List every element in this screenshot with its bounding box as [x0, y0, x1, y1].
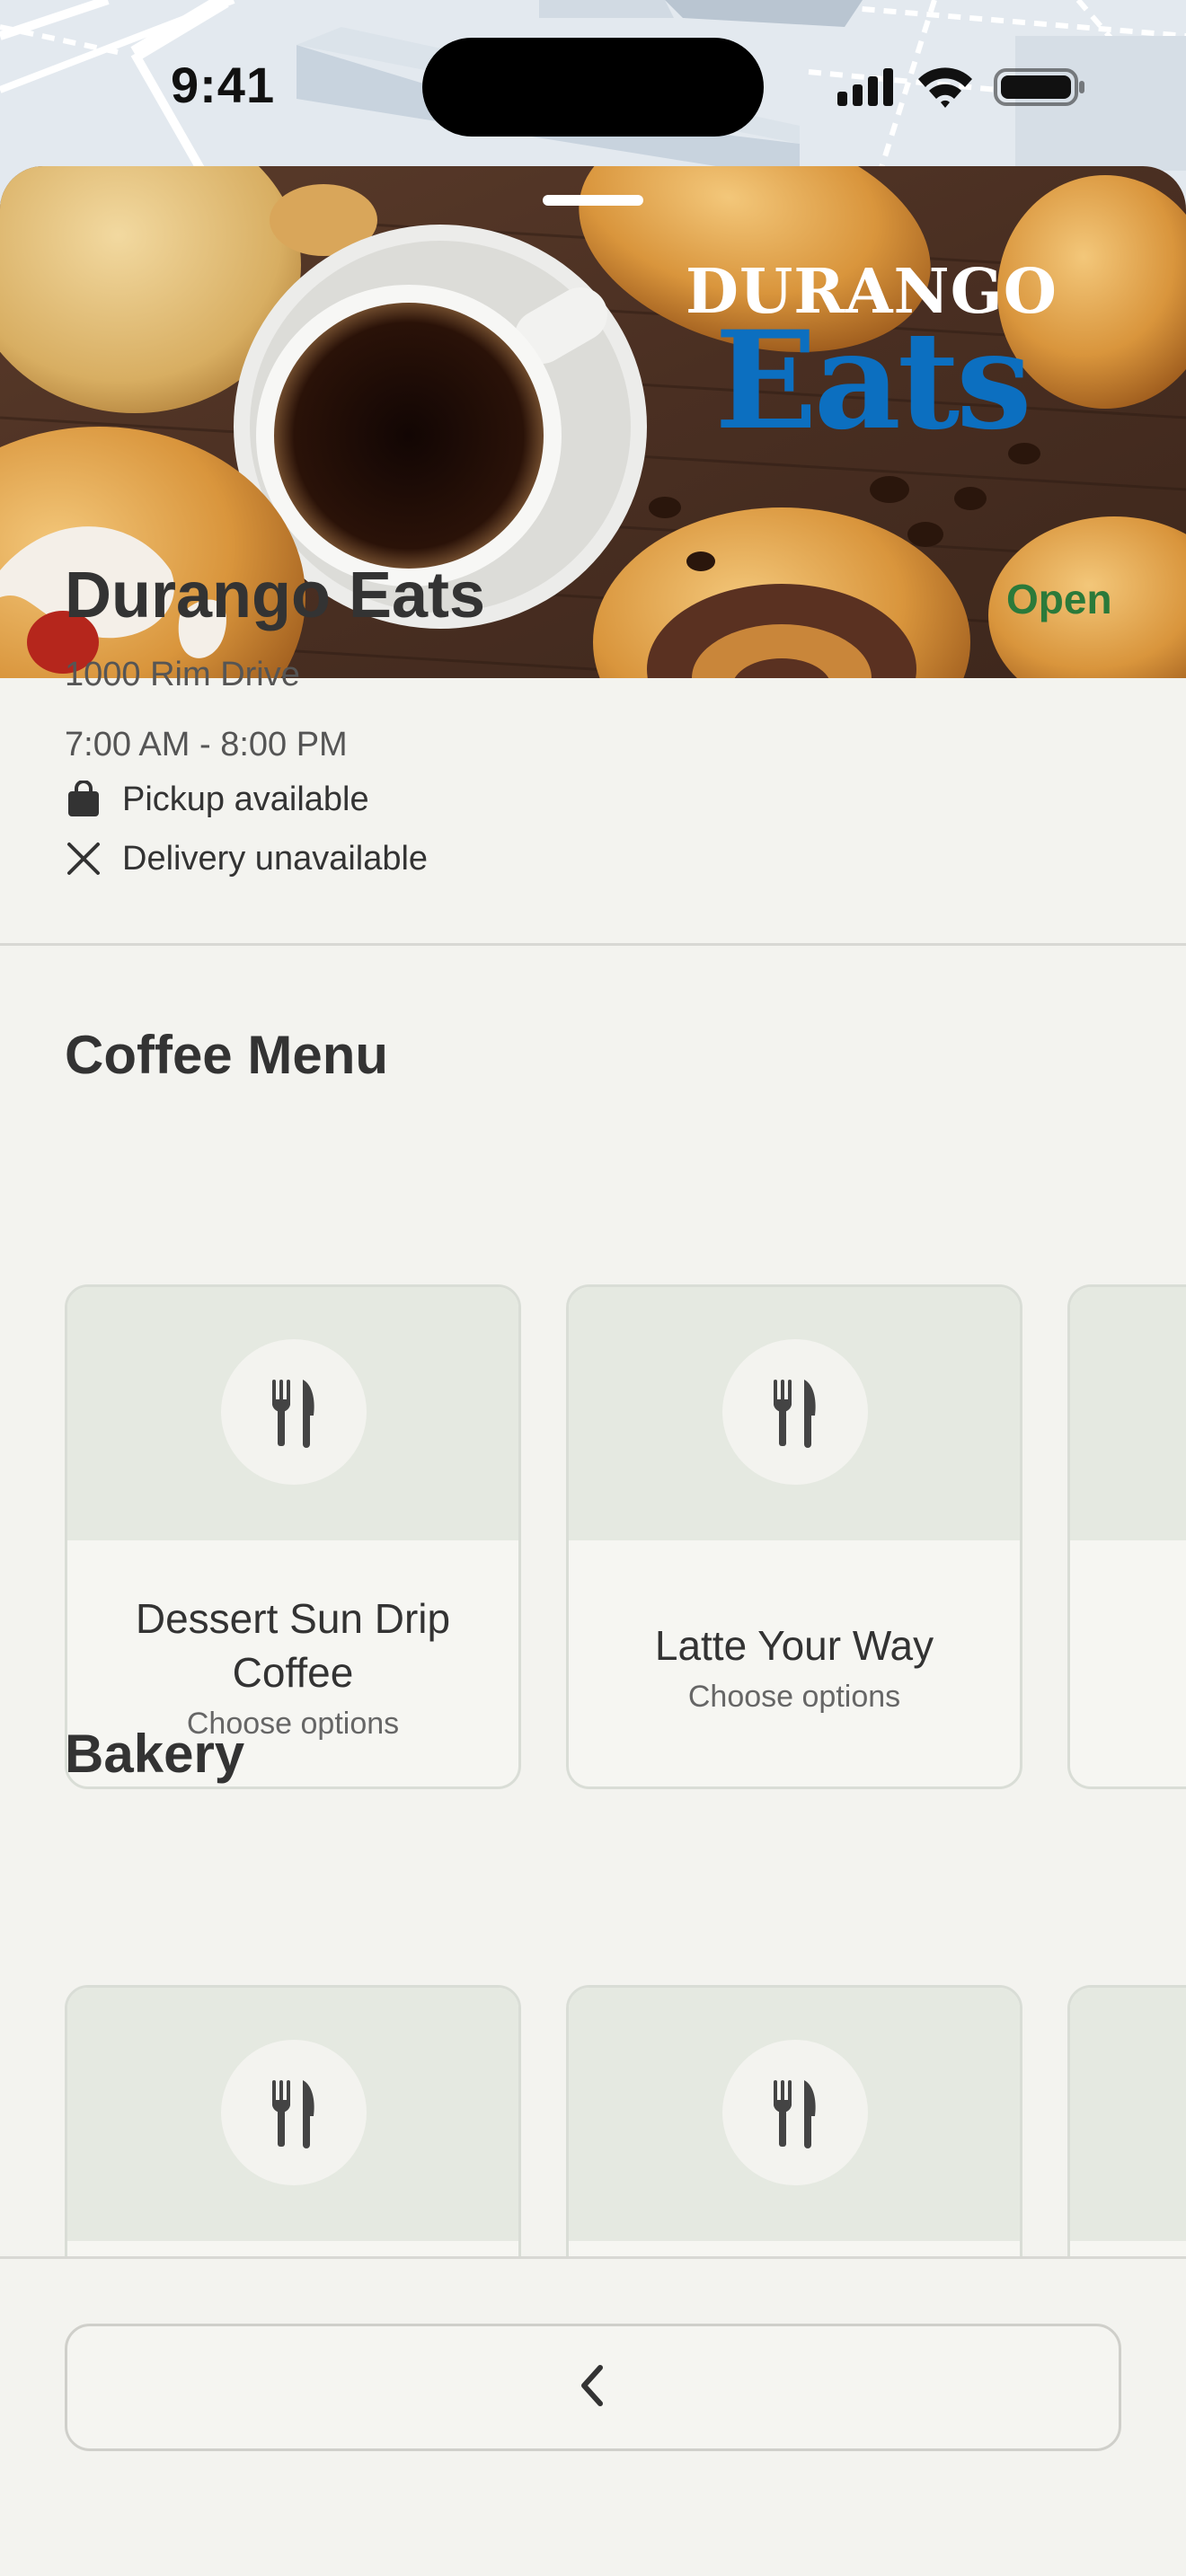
utensils-icon — [722, 1339, 868, 1485]
delivery-label: Delivery unavailable — [122, 839, 429, 878]
store-status-badge: Open — [1006, 576, 1112, 622]
card-image-area — [1070, 1988, 1186, 2241]
battery-icon — [994, 68, 1084, 106]
card-image-area — [67, 1287, 518, 1540]
chevron-left-icon — [575, 2362, 611, 2413]
status-bar: 9:41 — [0, 0, 1186, 171]
card-image-area — [1070, 1287, 1186, 1540]
status-icons — [837, 67, 1084, 108]
card-image-area — [67, 1988, 518, 2241]
wifi-icon — [918, 67, 972, 108]
signal-icon — [837, 68, 893, 106]
menu-item-card[interactable]: Dessert Sun Drip Coffee Choose options — [65, 1284, 521, 1789]
store-address: 1000 Rim Drive — [65, 656, 300, 693]
pickup-feature: Pickup available — [65, 778, 369, 821]
section-title-bakery: Bakery — [65, 1724, 245, 1784]
menu-item-name: Latte Your Way — [654, 1621, 934, 1669]
store-name: Durango Eats — [65, 560, 486, 631]
menu-item-name: Dessert Sun Drip Coffee — [135, 1594, 451, 1696]
bottom-action-bar — [0, 2256, 1186, 2576]
delivery-feature: Delivery unavailable — [65, 837, 428, 880]
menu-item-card-partial[interactable] — [1067, 1284, 1186, 1789]
logo-wordmark-bottom: Eats — [714, 302, 1031, 460]
dynamic-island — [422, 38, 764, 137]
status-time: 9:41 — [171, 57, 276, 113]
section-title-coffee-menu: Coffee Menu — [65, 1025, 388, 1085]
utensils-icon — [722, 2040, 868, 2185]
sheet-grabber[interactable] — [543, 195, 643, 206]
bag-icon — [65, 781, 102, 818]
card-image-area — [569, 1287, 1020, 1540]
menu-item-card[interactable]: Latte Your Way Choose options — [566, 1284, 1022, 1789]
utensils-icon — [221, 2040, 367, 2185]
store-hours: 7:00 AM - 8:00 PM — [65, 726, 348, 763]
back-button[interactable] — [65, 2324, 1121, 2451]
close-icon — [65, 840, 102, 878]
card-image-area — [569, 1988, 1020, 2241]
durango-eats-logo: DURANGO Eats — [683, 256, 1060, 460]
menu-item-options: Choose options — [687, 1679, 901, 1714]
utensils-icon — [221, 1339, 367, 1485]
section-divider — [0, 943, 1186, 946]
card-body: Latte Your Way Choose options — [569, 1540, 1020, 1786]
pickup-label: Pickup available — [122, 780, 369, 818]
